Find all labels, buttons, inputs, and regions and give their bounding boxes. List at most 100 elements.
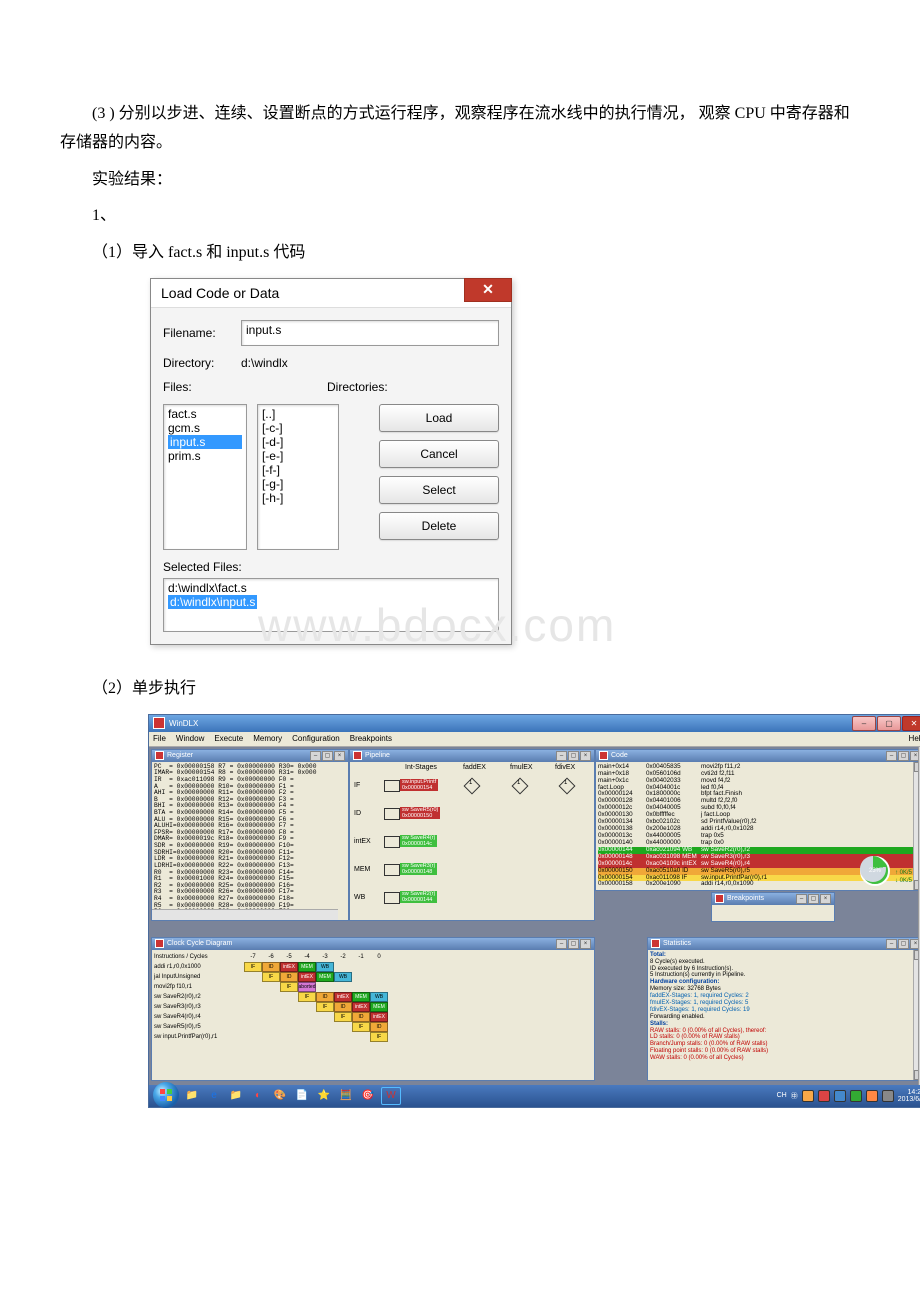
tray-icon[interactable] bbox=[882, 1090, 894, 1102]
ime-indicator[interactable]: ㊥ bbox=[791, 1091, 798, 1101]
list-item[interactable]: fact.s bbox=[168, 407, 242, 421]
load-code-dialog: Load Code or Data ✕ Filename: input.s Di… bbox=[150, 278, 512, 645]
tick: 0 bbox=[370, 954, 388, 960]
menu-configuration[interactable]: Configuration bbox=[292, 734, 340, 743]
minimize-button[interactable]: – bbox=[852, 716, 876, 731]
max-icon[interactable]: ▢ bbox=[898, 751, 909, 761]
close-icon[interactable]: × bbox=[334, 751, 345, 761]
min-icon[interactable]: – bbox=[310, 751, 321, 761]
close-button[interactable]: ✕ bbox=[464, 278, 512, 302]
files-listbox[interactable]: fact.s gcm.s input.s prim.s bbox=[163, 404, 247, 550]
start-button[interactable] bbox=[153, 1082, 179, 1108]
list-item[interactable]: [-h-] bbox=[262, 491, 334, 505]
taskbar-icon[interactable]: 📄 bbox=[293, 1088, 311, 1104]
app-title: WinDLX bbox=[169, 719, 198, 728]
cycle-cell: WB bbox=[334, 972, 352, 982]
stats-line: WAW stalls: 0 (0.00% of all Cycles) bbox=[650, 1055, 920, 1062]
max-icon[interactable]: ▢ bbox=[322, 751, 333, 761]
min-icon[interactable]: – bbox=[886, 751, 897, 761]
list-item[interactable]: gcm.s bbox=[168, 421, 242, 435]
cycle-cell: IF bbox=[370, 1032, 388, 1042]
close-button[interactable]: ✕ bbox=[902, 716, 920, 731]
instruction-label: sw input.PrintfPar(r0),r1 bbox=[154, 1034, 244, 1040]
window-title: Breakpoints bbox=[727, 895, 764, 902]
progress-top: ↑ 0K/5 bbox=[895, 870, 912, 876]
pipeline-window[interactable]: Pipeline–▢× Int-Stages faddEX fmulEX fdi… bbox=[349, 749, 595, 921]
menu-file[interactable]: File bbox=[153, 734, 166, 743]
selected-files-listbox[interactable]: d:\windlx\fact.s d:\windlx\input.s bbox=[163, 578, 499, 632]
taskbar-icon[interactable]: 🧮 bbox=[337, 1088, 355, 1104]
list-item[interactable]: prim.s bbox=[168, 449, 242, 463]
language-indicator[interactable]: CH bbox=[777, 1092, 787, 1099]
list-item[interactable]: d:\windlx\fact.s bbox=[168, 581, 494, 595]
breakpoints-window[interactable]: Breakpoints –▢× bbox=[711, 892, 835, 922]
ccd-row: sw SaveR2(r0),r2IFIDintEXMEMWB bbox=[154, 992, 592, 1002]
menu-memory[interactable]: Memory bbox=[253, 734, 282, 743]
taskbar-icon[interactable]: 📁 bbox=[227, 1088, 245, 1104]
header: fmulEX bbox=[510, 764, 533, 771]
taskbar-icon[interactable]: e bbox=[205, 1088, 223, 1104]
list-item[interactable]: d:\windlx\input.s bbox=[168, 595, 257, 609]
max-icon[interactable]: ▢ bbox=[898, 939, 909, 949]
files-label: Files: bbox=[163, 380, 233, 394]
stats-line: LD stalls: 0 (0.00% of RAW stalls) bbox=[650, 1034, 920, 1041]
list-item[interactable]: input.s bbox=[168, 435, 242, 449]
cycle-cell: intEX bbox=[334, 992, 352, 1002]
close-icon[interactable]: × bbox=[580, 751, 591, 761]
maximize-button[interactable]: ▢ bbox=[877, 716, 901, 731]
max-icon[interactable]: ▢ bbox=[568, 751, 579, 761]
min-icon[interactable]: – bbox=[556, 939, 567, 949]
list-item[interactable]: [-e-] bbox=[262, 449, 334, 463]
max-icon[interactable]: ▢ bbox=[808, 894, 819, 904]
min-icon[interactable]: – bbox=[796, 894, 807, 904]
close-icon[interactable]: × bbox=[820, 894, 831, 904]
tray-icon[interactable] bbox=[802, 1090, 814, 1102]
cycle-cell: ID bbox=[334, 1002, 352, 1012]
taskbar-icon[interactable]: 🎨 bbox=[271, 1088, 289, 1104]
taskbar-icon[interactable]: ⭐ bbox=[315, 1088, 333, 1104]
list-item[interactable]: [-f-] bbox=[262, 463, 334, 477]
taskbar-icon[interactable]: W bbox=[381, 1087, 401, 1105]
code-window[interactable]: Code–▢× main+0x140x00405835movi2fp f11,r… bbox=[595, 749, 920, 891]
delete-button[interactable]: Delete bbox=[379, 512, 499, 540]
cancel-button[interactable]: Cancel bbox=[379, 440, 499, 468]
max-icon[interactable]: ▢ bbox=[568, 939, 579, 949]
load-button[interactable]: Load bbox=[379, 404, 499, 432]
cycle-cell: IF bbox=[262, 972, 280, 982]
taskbar-icon[interactable]: 🎯 bbox=[359, 1088, 377, 1104]
menu-breakpoints[interactable]: Breakpoints bbox=[350, 734, 392, 743]
scrollbar-horizontal[interactable] bbox=[152, 909, 338, 920]
instruction-label: sw SaveR3(r0),r3 bbox=[154, 1004, 244, 1010]
windlx-app: WinDLX – ▢ ✕ File Window Execute Memory … bbox=[148, 714, 920, 1108]
list-item[interactable]: [-d-] bbox=[262, 435, 334, 449]
tray-icon[interactable] bbox=[866, 1090, 878, 1102]
taskbar-icon[interactable]: 📁 bbox=[183, 1088, 201, 1104]
close-icon[interactable]: × bbox=[580, 939, 591, 949]
cycle-cell: IF bbox=[244, 962, 262, 972]
min-icon[interactable]: – bbox=[556, 751, 567, 761]
menu-help[interactable]: Help bbox=[909, 734, 920, 743]
tray-icon[interactable] bbox=[818, 1090, 830, 1102]
filename-input[interactable]: input.s bbox=[241, 320, 499, 346]
clock-cycle-window[interactable]: Clock Cycle Diagram–▢× Instructions / Cy… bbox=[151, 937, 595, 1081]
tray-icon[interactable] bbox=[834, 1090, 846, 1102]
stats-line: fdivEX-Stages: 1, required Cycles: 19 bbox=[650, 1007, 920, 1014]
register-window[interactable]: Register–▢× PC = 0x00000158 R7 = 0x00000… bbox=[151, 749, 349, 921]
menu-execute[interactable]: Execute bbox=[214, 734, 243, 743]
statistics-window[interactable]: Statistics–▢× Total: 8 Cycle(s) executed… bbox=[647, 937, 920, 1081]
min-icon[interactable]: – bbox=[886, 939, 897, 949]
selected-files-label: Selected Files: bbox=[163, 560, 499, 574]
list-item[interactable]: [..] bbox=[262, 407, 334, 421]
list-item[interactable]: [-c-] bbox=[262, 421, 334, 435]
stage-label: IF bbox=[354, 782, 360, 789]
tray-icon[interactable] bbox=[850, 1090, 862, 1102]
instruction-label: sw SaveR2(r0),r2 bbox=[154, 994, 244, 1000]
stats-line: Total: bbox=[650, 952, 920, 959]
clock-date: 2013/6/1 bbox=[898, 1096, 920, 1103]
menu-window[interactable]: Window bbox=[176, 734, 204, 743]
list-item[interactable]: [-g-] bbox=[262, 477, 334, 491]
dirs-listbox[interactable]: [..] [-c-] [-d-] [-e-] [-f-] [-g-] [-h-] bbox=[257, 404, 339, 550]
para-1: (3 ) 分别以步进、连续、设置断点的方式运行程序，观察程序在流水线中的执行情况… bbox=[60, 105, 850, 151]
taskbar-icon[interactable]: ◐ bbox=[249, 1088, 267, 1104]
select-button[interactable]: Select bbox=[379, 476, 499, 504]
